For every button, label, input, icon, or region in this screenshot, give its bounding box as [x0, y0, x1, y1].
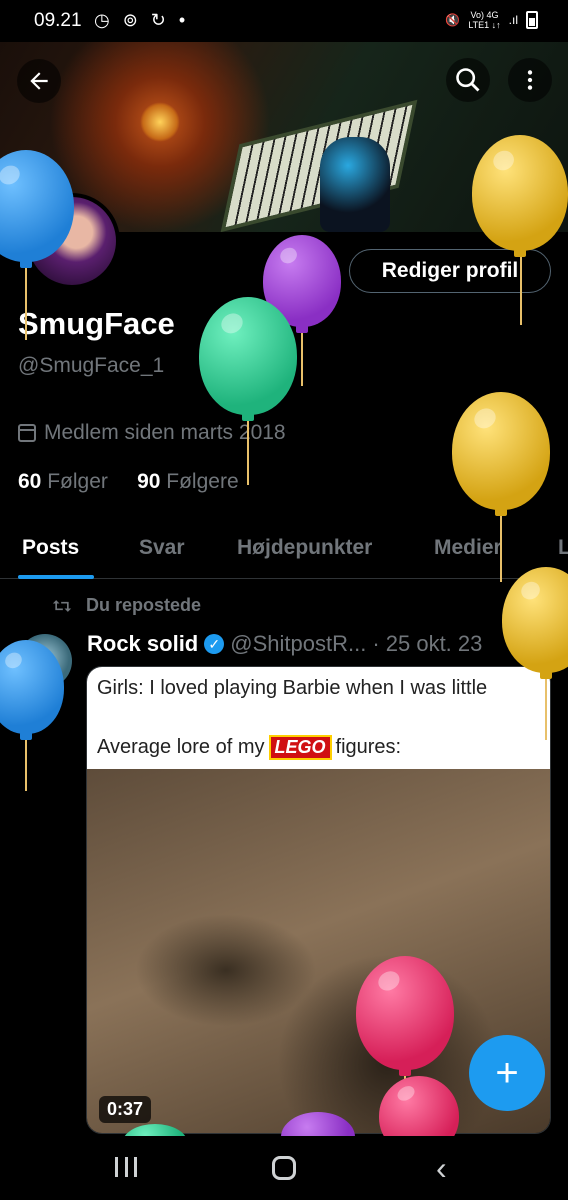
banner-candle: [140, 102, 180, 142]
search-button[interactable]: [446, 58, 490, 102]
tab-highlights[interactable]: Højdepunkter: [237, 536, 372, 560]
balloon-yellow-right: [502, 567, 568, 679]
compose-post-button[interactable]: +: [469, 1035, 545, 1111]
arrow-left-icon: [30, 72, 48, 90]
network-indicator: Vo) 4G LTE1 ↓↑: [468, 10, 501, 30]
joined-text: Medlem siden marts 2018: [44, 421, 286, 444]
post-header: Rock solid ✓ @ShitpostR... · 25 okt. 23: [87, 631, 482, 657]
more-button[interactable]: [508, 58, 552, 102]
active-tab-indicator: [18, 575, 94, 579]
lego-logo: LEGO: [268, 735, 332, 760]
banner-figure: [320, 137, 390, 232]
meme-line-2: Average lore of my LEGO figures:: [97, 735, 402, 760]
home-icon[interactable]: [272, 1156, 296, 1180]
repost-indicator: Du repostede: [52, 595, 201, 616]
calendar-icon: [18, 424, 36, 442]
profile-display-name: SmugFace: [18, 306, 175, 341]
battery-icon: [526, 11, 538, 29]
status-bar: 09.21 ◷ ⊚ ↻ • 🔇 Vo) 4G LTE1 ↓↑ .ıl: [0, 0, 568, 44]
balloon-yellow-top: [472, 135, 568, 257]
post-date: · 25 okt. 23: [372, 631, 483, 656]
tab-media[interactable]: Medier: [434, 536, 502, 560]
tab-posts[interactable]: Posts: [22, 536, 79, 560]
more-vertical-icon: [527, 70, 533, 90]
status-right-icons: 🔇 Vo) 4G LTE1 ↓↑ .ıl: [445, 10, 538, 30]
status-notification-icons: ◷ ⊚ ↻ •: [94, 10, 190, 30]
meme-line-1: Girls: I loved playing Barbie when I was…: [97, 677, 488, 699]
profile-joined: Medlem siden marts 2018: [18, 421, 286, 445]
following-link[interactable]: 60 Følger: [18, 470, 108, 493]
verified-badge-icon: ✓: [204, 634, 225, 654]
profile-tabs: Posts Svar Højdepunkter Medier L: [0, 520, 568, 579]
post-author-handle[interactable]: @ShitpostR...: [230, 631, 366, 657]
mute-icon: 🔇: [445, 13, 461, 27]
video-duration: 0:37: [99, 1096, 152, 1123]
tab-likes[interactable]: L: [558, 536, 568, 560]
repost-icon: [52, 599, 72, 612]
followers-link[interactable]: 90 Følgere: [137, 470, 239, 493]
post-author-name[interactable]: Rock solid: [87, 631, 198, 657]
search-icon: [456, 68, 480, 92]
signal-icon: .ıl: [508, 13, 518, 27]
follow-stats: 60 Følger 90 Følgere: [18, 470, 239, 494]
back-nav-icon[interactable]: ‹: [436, 1150, 447, 1187]
balloon-yellow-mid: [452, 392, 550, 516]
back-button[interactable]: [17, 59, 61, 103]
profile-handle: @SmugFace_1: [18, 354, 165, 377]
status-time: 09.21: [34, 10, 82, 31]
balloon-green: [199, 297, 297, 421]
balloon-pink: [356, 956, 454, 1076]
tab-replies[interactable]: Svar: [139, 536, 185, 560]
recent-apps-icon[interactable]: [115, 1157, 137, 1177]
meme-caption: Girls: I loved playing Barbie when I was…: [87, 667, 550, 769]
